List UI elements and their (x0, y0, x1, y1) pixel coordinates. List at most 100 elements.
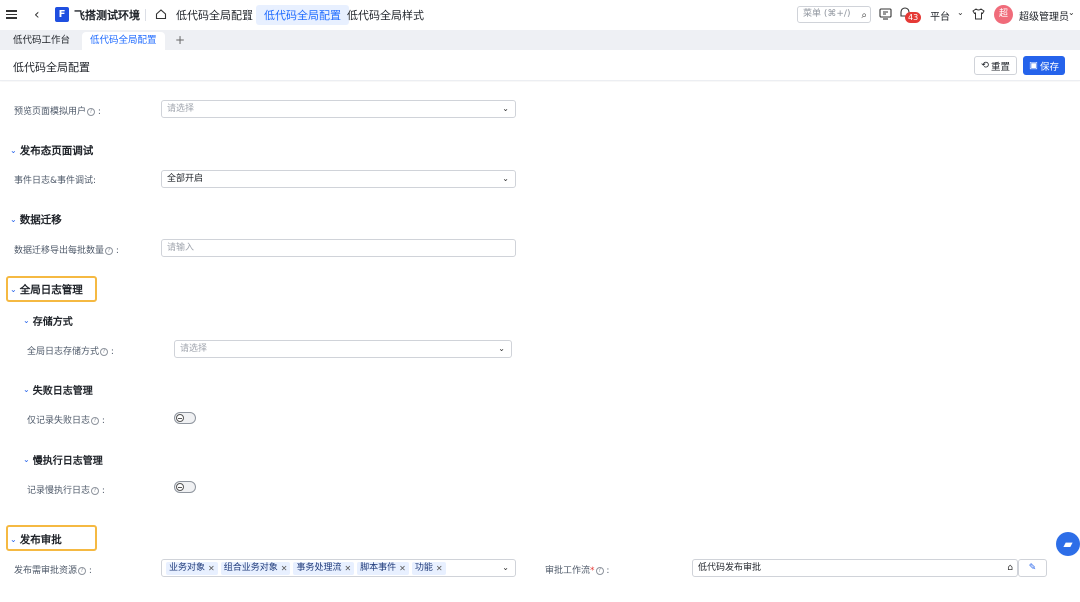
reset-button[interactable]: ⟲ 重置 (974, 56, 1017, 75)
back-icon[interactable]: ‹ (34, 7, 40, 23)
chevron-down-icon: ⌄ (498, 344, 505, 353)
help-icon[interactable]: ? (105, 246, 114, 255)
add-tab-button[interactable]: + (175, 32, 185, 48)
help-icon[interactable]: ? (78, 566, 87, 575)
event-log-select[interactable]: 全部开启 ⌄ (161, 170, 516, 188)
section-global-log[interactable]: ⌄ 全局日志管理 (10, 282, 83, 297)
tab-global-config[interactable]: 低代码全局配置 (82, 32, 165, 50)
refresh-icon: ⟲ (981, 60, 989, 71)
home-icon[interactable] (155, 8, 167, 20)
page-title: 低代码全局配置 (13, 61, 90, 74)
close-icon[interactable]: ✕ (281, 562, 288, 575)
storage-label: 全局日志存储方式? : (27, 344, 114, 357)
migration-batch-label: 数据迁移导出每批数量? : (14, 243, 119, 256)
storage-select[interactable]: 请选择 ⌄ (174, 340, 512, 358)
migration-batch-input[interactable]: 请输入 (161, 239, 516, 257)
close-icon[interactable]: ✕ (399, 562, 406, 575)
label-text: 数据迁移导出每批数量 (14, 246, 105, 256)
subsection-failure[interactable]: ⌄ 失败日志管理 (23, 382, 93, 397)
event-log-label: 事件日志&事件调试: (14, 176, 97, 186)
chevron-down-icon[interactable]: ⌄ (1068, 8, 1075, 17)
workflow-label: 审批工作流*? : (545, 563, 609, 576)
workflow-icon[interactable]: ⌂ (1007, 560, 1013, 576)
notification-badge: 43 (905, 12, 922, 23)
search-icon: ⌕ (861, 10, 867, 21)
colon: : (95, 107, 101, 117)
chevron-down-icon: ⌄ (23, 316, 30, 325)
chat-icon: ▰ (1063, 537, 1073, 551)
breadcrumb-item[interactable]: 低代码全局配置 (176, 7, 253, 23)
chevron-down-icon: ⌄ (10, 535, 17, 544)
edit-icon: ✎ (1028, 563, 1037, 573)
tshirt-icon[interactable] (972, 8, 985, 20)
section-title: 全局日志管理 (19, 284, 83, 296)
chip-label: 脚本事件 (360, 562, 397, 573)
colon: : (99, 486, 105, 496)
section-migration[interactable]: ⌄ 数据迁移 (10, 212, 62, 227)
chip: 事务处理流 ✕ (293, 561, 355, 575)
subsection-slow[interactable]: ⌄ 慢执行日志管理 (23, 452, 103, 467)
help-icon[interactable]: ? (100, 347, 109, 356)
tab-workbench[interactable]: 低代码工作台 (5, 32, 78, 50)
slow-log-toggle[interactable] (174, 481, 196, 493)
chip: 组合业务对象 ✕ (220, 561, 291, 575)
edit-workflow-button[interactable]: ✎ (1018, 559, 1047, 577)
slow-log-label: 记录慢执行日志? : (27, 483, 105, 496)
subsection-storage[interactable]: ⌄ 存储方式 (23, 313, 73, 328)
help-icon[interactable]: ? (595, 566, 604, 575)
workflow-value: 低代码发布审批 (698, 563, 762, 573)
save-label: 保存 (1039, 61, 1059, 73)
label-text: 记录慢执行日志 (27, 486, 91, 496)
section-title: 发布审批 (19, 534, 62, 546)
toggle-knob (176, 414, 184, 422)
help-icon[interactable]: ? (91, 416, 100, 425)
section-publish-debug[interactable]: ⌄ 发布态页面调试 (10, 143, 93, 158)
top-bar: ‹ F 飞搭测试环境 低代码全局配置 低代码全局配置 低代码全局样式 菜单 (⌘… (0, 0, 1080, 30)
chip-label: 功能 (414, 562, 433, 573)
colon: : (603, 566, 610, 576)
chevron-down-icon[interactable]: ⌄ (957, 8, 964, 17)
required-mark: * (590, 566, 595, 576)
failure-log-label: 仅记录失败日志? : (27, 413, 105, 426)
label-text: 全局日志存储方式 (27, 347, 100, 357)
section-title: 数据迁移 (19, 214, 62, 226)
help-icon[interactable]: ? (87, 107, 96, 116)
menu-search-input[interactable]: 菜单 (⌘+/) ⌕ (797, 6, 871, 23)
assistant-float-button[interactable]: ▰ (1056, 532, 1080, 556)
close-icon[interactable]: ✕ (208, 562, 215, 575)
chip: 业务对象 ✕ (166, 561, 218, 575)
platform-switch[interactable]: 平台 (930, 8, 950, 23)
breadcrumb-item-active[interactable]: 低代码全局配置 (256, 5, 349, 25)
username[interactable]: 超级管理员 (1019, 8, 1069, 23)
select-value: 全部开启 (167, 174, 204, 184)
chevron-down-icon: ⌄ (10, 215, 17, 224)
chevron-down-icon: ⌄ (502, 563, 509, 572)
help-icon[interactable]: ? (91, 486, 100, 495)
colon: : (99, 416, 105, 426)
review-resource-multiselect[interactable]: 业务对象 ✕ 组合业务对象 ✕ 事务处理流 ✕ 脚本事件 ✕ 功能 ✕ ⌄ (161, 559, 516, 577)
subsection-title: 慢执行日志管理 (32, 456, 103, 467)
divider (145, 9, 146, 21)
app-title: 飞搭测试环境 (74, 9, 140, 22)
label-text: 审批工作流 (545, 566, 591, 576)
menu-icon[interactable] (6, 8, 20, 22)
chevron-down-icon: ⌄ (23, 385, 30, 394)
breadcrumb-item[interactable]: 低代码全局样式 (347, 7, 424, 23)
label-text: 预览页面模拟用户 (14, 107, 87, 117)
page-header: 低代码全局配置 ⟲ 重置 ▣ 保存 (0, 50, 1080, 81)
label-text: 发布需审批资源 (14, 566, 78, 576)
failure-log-toggle[interactable] (174, 412, 196, 424)
section-publish-review[interactable]: ⌄ 发布审批 (10, 532, 62, 547)
close-icon[interactable]: ✕ (344, 562, 351, 575)
display-icon[interactable] (879, 8, 892, 20)
preview-user-select[interactable]: 请选择 ⌄ (161, 100, 516, 118)
select-placeholder: 请选择 (167, 104, 195, 114)
chip-label: 组合业务对象 (223, 562, 278, 573)
colon: : (108, 347, 114, 357)
avatar[interactable]: 超 (994, 5, 1013, 24)
chevron-down-icon: ⌄ (502, 104, 509, 113)
workflow-input[interactable]: 低代码发布审批 ⌂ (692, 559, 1018, 577)
close-icon[interactable]: ✕ (436, 562, 443, 575)
save-button[interactable]: ▣ 保存 (1023, 56, 1065, 75)
chip-label: 业务对象 (169, 562, 206, 573)
